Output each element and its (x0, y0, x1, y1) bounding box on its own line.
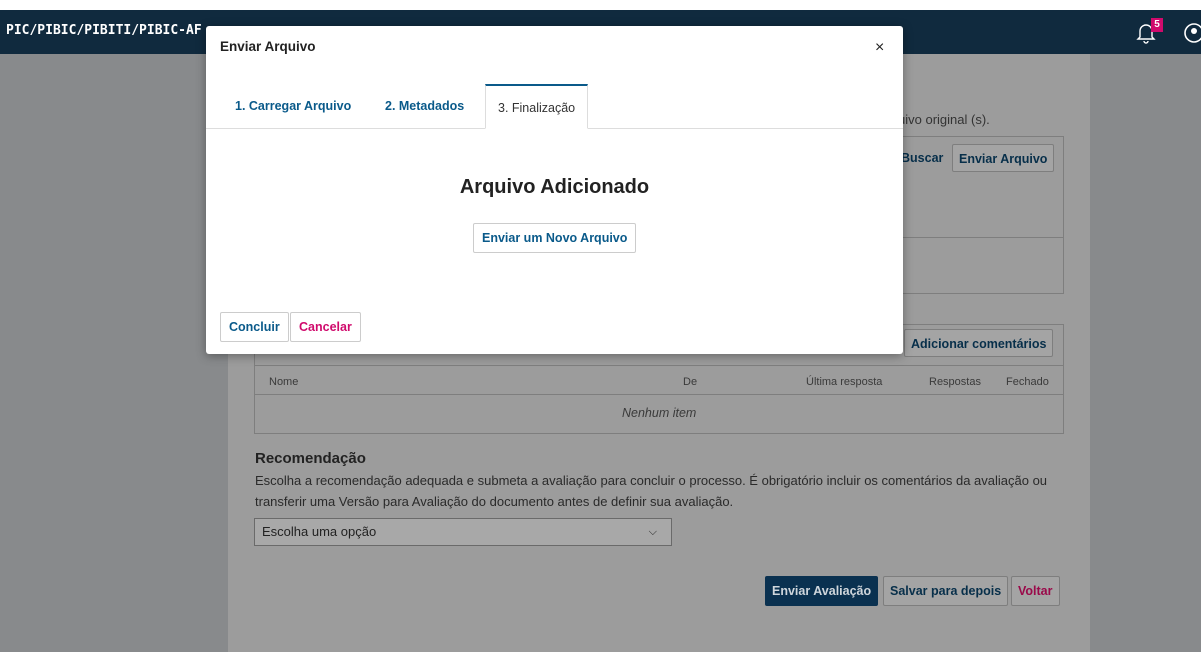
search-button[interactable]: Buscar (897, 144, 947, 172)
user-icon[interactable] (1183, 22, 1201, 44)
file-note: uivo original (s). (898, 112, 990, 127)
upload-new-file-button[interactable]: Enviar um Novo Arquivo (473, 223, 637, 253)
select-value: Escolha uma opção (262, 524, 377, 539)
site-title[interactable]: PIC/PIBIC/PIBITI/PIBIC-AF (6, 23, 202, 38)
column-header: Fechado (1006, 376, 1049, 388)
modal-title: Enviar Arquivo (220, 39, 316, 54)
notification-badge: 5 (1151, 18, 1163, 32)
recommendation-title: Recomendação (255, 450, 366, 467)
add-comments-button[interactable]: Adicionar comentários (904, 329, 1054, 357)
finish-button[interactable]: Concluir (220, 312, 289, 342)
close-icon[interactable]: × (875, 39, 884, 57)
submit-review-button[interactable]: Enviar Avaliação (765, 576, 879, 606)
column-header: De (683, 376, 698, 388)
tab-finish[interactable]: 3. Finalização (485, 84, 589, 129)
recommendation-select[interactable]: Escolha uma opção ⌵ (254, 518, 672, 546)
column-header: Nome (269, 376, 299, 388)
tab-metadata[interactable]: 2. Metadados (385, 84, 464, 128)
back-button[interactable]: Voltar (1011, 576, 1060, 606)
column-header: Última resposta (806, 376, 883, 388)
column-header: Respostas (929, 376, 981, 388)
recommendation-description: Escolha a recomendação adequada e submet… (255, 473, 1048, 509)
save-later-button[interactable]: Salvar para depois (883, 576, 1009, 606)
upload-file-modal: Enviar Arquivo × 1. Carregar Arquivo 2. … (206, 26, 903, 354)
tab-upload-file[interactable]: 1. Carregar Arquivo (235, 84, 351, 128)
empty-list-text: Nenhum item (622, 406, 697, 420)
cancel-button[interactable]: Cancelar (290, 312, 361, 342)
wizard-tabs: 1. Carregar Arquivo 2. Metadados 3. Fina… (206, 84, 903, 129)
upload-file-button[interactable]: Enviar Arquivo (952, 144, 1055, 172)
chevron-down-icon: ⌵ (648, 526, 657, 538)
modal-heading: Arquivo Adicionado (459, 176, 650, 198)
